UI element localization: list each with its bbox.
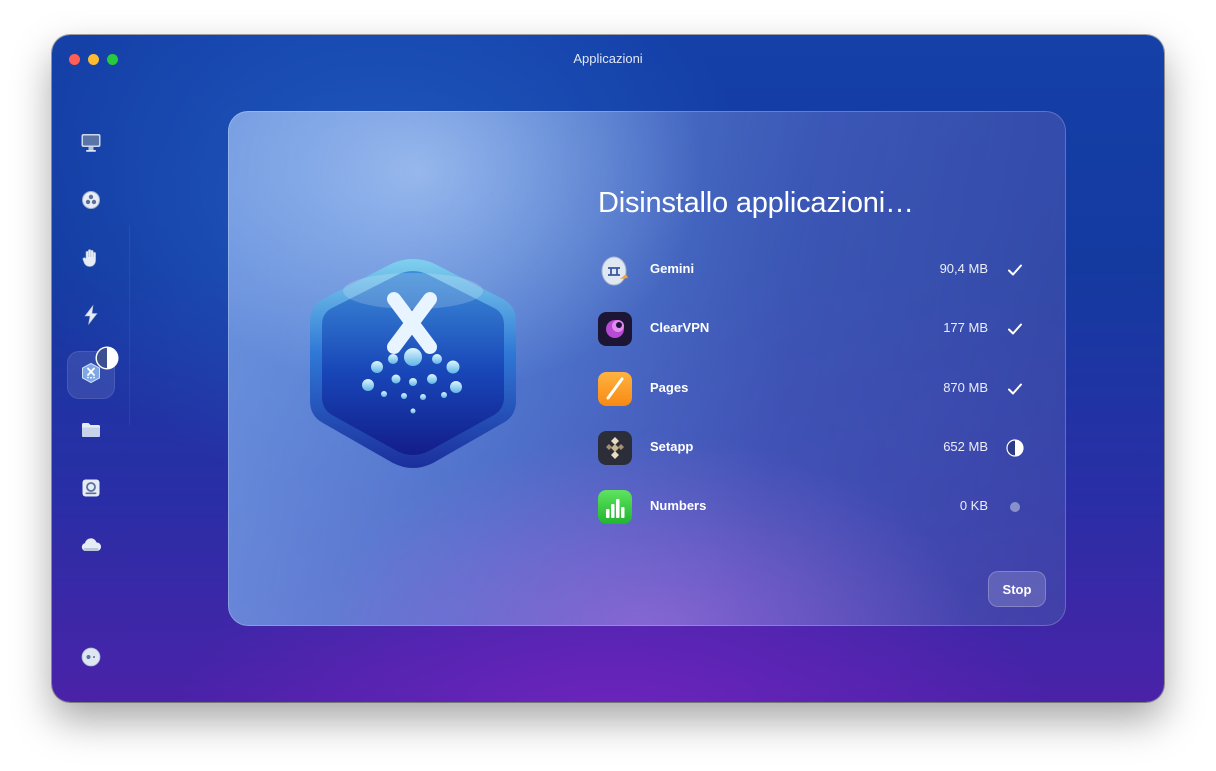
folder-icon	[79, 418, 103, 447]
assistant-icon	[79, 645, 103, 674]
biohazard-icon	[79, 188, 103, 217]
checkmark-icon	[1008, 323, 1022, 335]
hard-drive-icon	[79, 476, 103, 505]
setapp-icon	[598, 431, 632, 465]
numbers-icon	[598, 490, 632, 524]
app-row-pages: Pages 870 MB	[598, 369, 1030, 409]
sidebar-item-system-junk[interactable]	[67, 121, 115, 169]
page-title: Disinstallo applicazioni…	[598, 187, 914, 219]
gemini-icon	[598, 253, 632, 287]
clearvpn-icon	[598, 312, 632, 346]
app-window: Applicazioni Disinstallo applicazioni… G…	[52, 35, 1164, 702]
sidebar-item-cloud[interactable]	[67, 523, 115, 571]
sidebar-item-privacy[interactable]	[67, 236, 115, 284]
app-row-clearvpn: ClearVPN 177 MB	[598, 309, 1030, 349]
app-name: Gemini	[650, 261, 695, 276]
sidebar-item-applications[interactable]	[67, 346, 119, 399]
app-size: 177 MB	[943, 320, 988, 335]
progress-badge-icon	[95, 346, 119, 370]
app-name: Setapp	[650, 439, 694, 454]
app-size: 90,4 MB	[939, 261, 988, 276]
sidebar-item-speed[interactable]	[67, 293, 115, 341]
app-size: 0 KB	[959, 498, 988, 513]
sidebar-divider	[129, 225, 130, 425]
app-row-setapp: Setapp 652 MB	[598, 428, 1030, 468]
stop-button[interactable]: Stop	[988, 571, 1046, 607]
lightning-icon	[79, 303, 103, 332]
checkmark-icon	[1008, 383, 1022, 395]
pending-dot-icon	[1010, 502, 1020, 512]
app-name: Numbers	[650, 498, 707, 513]
cloud-icon	[79, 533, 103, 562]
app-name: ClearVPN	[650, 320, 710, 335]
hand-icon	[79, 246, 103, 275]
app-row-numbers: Numbers 0 KB	[598, 487, 1030, 527]
sidebar-item-my-clutter[interactable]	[67, 408, 115, 456]
uninstaller-hero-icon	[310, 259, 516, 468]
window-title: Applicazioni	[573, 51, 643, 66]
imac-icon	[79, 131, 103, 160]
sidebar-item-malware[interactable]	[67, 178, 115, 226]
app-size: 652 MB	[943, 439, 988, 454]
app-size: 870 MB	[943, 380, 988, 395]
progress-pie-icon	[1006, 439, 1024, 457]
assistant-button[interactable]	[67, 635, 115, 683]
app-name: Pages	[650, 380, 689, 395]
checkmark-icon	[1008, 264, 1022, 276]
app-row-gemini: Gemini 90,4 MB	[598, 250, 1030, 290]
uninstall-progress-panel: Disinstallo applicazioni… Gemini 90,4 MB	[228, 111, 1066, 626]
pages-icon	[598, 372, 632, 406]
sidebar-item-space-lens[interactable]	[67, 466, 115, 514]
